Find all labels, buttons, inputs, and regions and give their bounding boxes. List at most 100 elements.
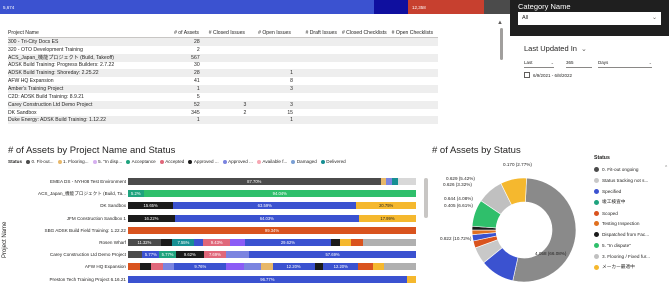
column-header-assets[interactable]: # of Assets <box>158 30 204 36</box>
stacked-bar[interactable]: 16.22% 64.03% 17.99% <box>128 214 416 222</box>
legend-item[interactable]: Acceptance <box>126 159 156 164</box>
table-row[interactable]: Carey Construction Ltd Demo Project 52 3 3 <box>8 100 438 109</box>
bar-segment[interactable] <box>139 263 152 271</box>
legend-item[interactable]: 0. Fit-out... <box>26 159 54 164</box>
top-bar-segment-1[interactable]: 5,674 <box>0 0 374 14</box>
bar-segment[interactable]: 96.77% <box>128 275 407 283</box>
bar-segment[interactable]: 17.99% <box>358 214 416 222</box>
bar-segment[interactable]: 94.04% <box>143 190 416 198</box>
bar-segment[interactable] <box>226 263 244 271</box>
table-scrollbar-thumb[interactable] <box>500 28 503 60</box>
stacked-bar[interactable]: 87.70% <box>128 178 416 185</box>
stacked-bar[interactable]: 96.77% <box>128 275 416 283</box>
chevron-up-icon[interactable]: ⌃ <box>664 165 668 171</box>
table-row[interactable]: 320 - OTO Development Training 2 <box>8 46 438 54</box>
bar-segment[interactable]: 9.76% <box>174 263 227 271</box>
legend-item[interactable]: Approved ... <box>188 159 219 164</box>
bar-chart-scrollbar[interactable] <box>424 178 428 282</box>
bar-segment[interactable] <box>226 251 250 259</box>
bar-segment[interactable] <box>339 239 352 246</box>
relative-date-unit-select[interactable]: Days ⌄ <box>598 58 652 68</box>
bar-segment[interactable] <box>128 251 143 259</box>
table-row[interactable]: C2D: ADSK Build Training: 8.9.21 5 <box>8 93 438 101</box>
relative-date-mode-select[interactable]: Last ⌄ <box>524 58 554 68</box>
chevron-down-icon[interactable]: ⌄ <box>652 14 657 21</box>
bar-chart-scrollbar-thumb[interactable] <box>424 178 428 218</box>
legend-item[interactable]: Accepted <box>159 159 184 164</box>
column-header-draft-issues[interactable]: # Draft Issues <box>296 30 342 36</box>
bar-segment[interactable] <box>314 263 324 271</box>
bar-segment[interactable]: 5.77% <box>142 251 160 259</box>
bar-segment[interactable] <box>151 263 163 271</box>
bar-segment[interactable] <box>397 178 416 185</box>
bar-segment[interactable] <box>406 275 416 283</box>
donut-legend-item[interactable]: Scoped <box>594 208 669 219</box>
bar-segment[interactable] <box>261 263 273 271</box>
legend-item[interactable]: Damaged <box>291 159 317 164</box>
table-row[interactable]: ADSK Build Training: Progress Builders: … <box>8 62 438 70</box>
bar-segment[interactable]: 16.22% <box>128 214 175 222</box>
legend-item[interactable]: 5. "In disp... <box>92 159 122 164</box>
bar-segment[interactable]: 57.69% <box>249 251 416 259</box>
bar-segment[interactable]: 15.65% <box>128 202 174 210</box>
legend-item[interactable]: Approved ... <box>222 159 253 164</box>
bar-segment[interactable] <box>351 239 363 246</box>
table-row[interactable]: Amber's Training Project 1 3 <box>8 85 438 93</box>
column-header-project-name[interactable]: Project Name <box>8 30 158 36</box>
bar-segment[interactable]: 12.20% <box>323 263 359 271</box>
bar-segment[interactable] <box>372 263 385 271</box>
bar-segment[interactable] <box>230 239 245 246</box>
category-select[interactable]: All ⌄ <box>518 12 661 25</box>
bar-segment[interactable] <box>358 263 373 271</box>
bar-segment[interactable]: 11.32% <box>128 239 161 246</box>
donut-legend-item[interactable]: 0. Fit-out ongoing <box>594 164 669 175</box>
column-header-closed-issues[interactable]: # Closed Issues <box>204 30 250 36</box>
bar-segment[interactable]: 87.70% <box>128 178 381 185</box>
column-header-open-checklists[interactable]: # Open Checklists <box>392 30 438 36</box>
bar-segment[interactable]: 29.62% <box>244 239 331 246</box>
bar-segment[interactable]: 20.75% <box>356 202 416 210</box>
column-header-closed-checklists[interactable]: # Closed Checklists <box>342 30 392 36</box>
bar-segment[interactable]: 5.77% <box>159 251 176 259</box>
bar-segment[interactable] <box>362 239 416 246</box>
bar-segment[interactable] <box>160 239 173 246</box>
bar-segment[interactable]: 9.43% <box>203 239 231 246</box>
donut-legend-item[interactable]: Specified <box>594 186 669 197</box>
stacked-bar[interactable]: 5.2% 94.04% <box>128 190 416 198</box>
bar-segment[interactable]: 5.2% <box>128 190 144 198</box>
donut-legend-item[interactable]: 5. "In dispute" <box>594 240 669 251</box>
bar-segment[interactable]: 7.55% <box>172 239 195 246</box>
stacked-bar[interactable]: 15.65% 63.59% 20.75% <box>128 202 416 210</box>
chevron-down-icon[interactable]: ⌄ <box>581 46 587 53</box>
bar-segment[interactable]: 12.20% <box>272 263 315 271</box>
donut-legend-item[interactable]: 3. Flooring / Fixed fur... <box>594 251 669 262</box>
donut-legend-item[interactable]: 竣工検査中 <box>594 197 669 208</box>
bar-segment[interactable]: 63.59% <box>173 202 357 210</box>
table-row[interactable]: 300 - Tri-City Docs ES 28 <box>8 38 438 46</box>
bar-segment[interactable]: 9.62% <box>175 251 204 259</box>
legend-item[interactable]: Available f... <box>256 159 287 164</box>
last-updated-title[interactable]: Last Updated In ⌄ <box>524 44 587 53</box>
bar-segment[interactable]: 99.34% <box>128 226 416 234</box>
donut-legend-item[interactable]: Testing Inspection <box>594 218 669 229</box>
stacked-bar[interactable]: 5.77% 5.77% 9.62% 7.69% 57.69% <box>128 251 416 259</box>
stacked-bar[interactable]: 99.34% <box>128 226 416 234</box>
bar-segment[interactable]: 7.69% <box>203 251 227 259</box>
top-bar-segment-4[interactable] <box>484 0 510 14</box>
relative-date-value-input[interactable]: 365 <box>566 58 592 68</box>
top-bar-segment-3[interactable]: 12,358 <box>408 0 484 14</box>
bar-segment[interactable] <box>243 263 261 271</box>
table-row[interactable]: Duke Energy: ADSK Build Training: 1.12.2… <box>8 116 438 125</box>
bar-segment[interactable] <box>330 239 340 246</box>
bar-segment[interactable] <box>194 239 204 246</box>
table-row[interactable]: ACS_Japan_機能プロジェクト (Build, Takeoff) 567 <box>8 53 438 62</box>
bar-segment[interactable] <box>384 263 416 271</box>
donut-legend-item[interactable]: Dispatched from Fac... <box>594 229 669 240</box>
stacked-bar[interactable]: 9.76% 12.20% 12.20% <box>128 263 416 271</box>
bar-segment[interactable]: 64.03% <box>174 214 359 222</box>
legend-item[interactable]: 1. Flooring... <box>57 159 89 164</box>
table-row[interactable]: ADSK Build Training: Shoreday: 2.25.22 28… <box>8 69 438 78</box>
donut-legend-item[interactable]: Status tracking not s... <box>594 175 669 186</box>
bar-segment[interactable] <box>128 263 140 271</box>
column-header-open-issues[interactable]: # Open Issues <box>250 30 296 36</box>
